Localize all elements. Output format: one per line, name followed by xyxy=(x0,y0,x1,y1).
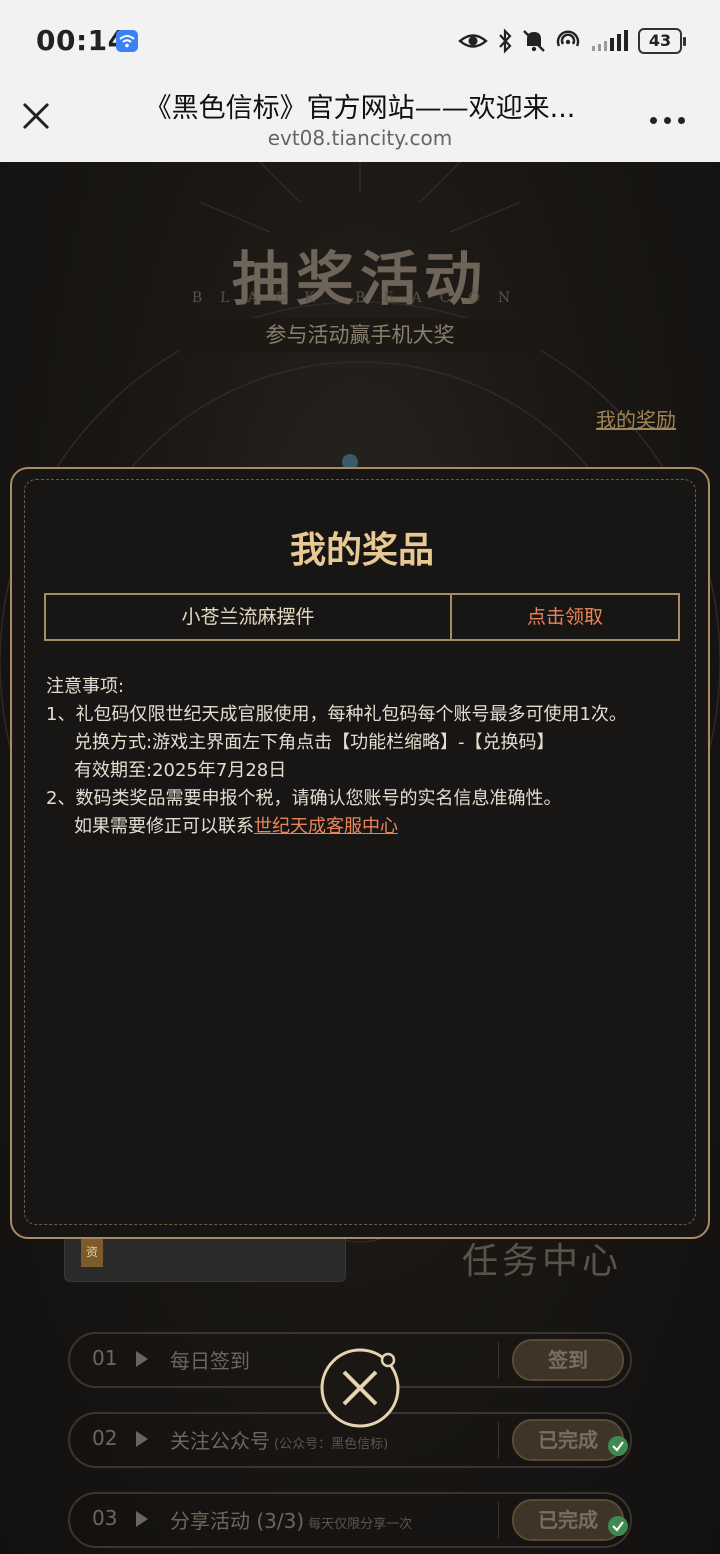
close-tab-button[interactable] xyxy=(18,98,54,134)
note-2-contact: 如果需要修正可以联系世纪天成客服中心 xyxy=(46,813,686,841)
hotspot-icon xyxy=(556,30,580,47)
modal-overlay: 我的奖品 小苍兰流麻摆件 点击领取 注意事项: 1、礼包码仅限世纪天成官服使用，… xyxy=(0,162,720,1554)
browser-title-bar: 《黑色信标》官方网站——欢迎来... evt08.tiancity.com xyxy=(0,80,720,163)
mute-icon xyxy=(523,30,545,52)
status-bar: 00:14 43 xyxy=(0,0,720,80)
dialog-inner-border xyxy=(24,479,696,1225)
notes-title: 注意事项: xyxy=(46,676,125,697)
claim-prize-button[interactable]: 点击领取 xyxy=(452,595,678,639)
note-1: 1、礼包码仅限世纪天成官服使用，每种礼包码每个账号最多可使用1次。 xyxy=(46,704,627,725)
battery-icon: 43 xyxy=(638,28,686,54)
note-1-method: 兑换方式:游戏主界面左下角点击【功能栏缩略】-【兑换码】 xyxy=(74,732,555,753)
close-icon xyxy=(22,102,50,130)
dialog-title: 我的奖品 xyxy=(289,530,434,571)
more-options-button[interactable] xyxy=(650,112,690,128)
prize-table: 小苍兰流麻摆件 点击领取 xyxy=(44,593,680,641)
more-dot-icon xyxy=(664,116,671,124)
prize-name-cell: 小苍兰流麻摆件 xyxy=(46,595,452,639)
bluetooth-icon xyxy=(499,28,512,54)
status-icons: 43 xyxy=(458,24,686,58)
wifi-icon xyxy=(116,30,138,52)
more-dot-icon xyxy=(678,116,685,124)
note-2: 2、数码类奖品需要申报个税，请确认您账号的实名信息准确性。 xyxy=(46,788,562,809)
eye-icon xyxy=(458,34,488,48)
signal-icon xyxy=(592,30,628,51)
page-title: 《黑色信标》官方网站——欢迎来... xyxy=(144,93,576,124)
notes-section: 注意事项: 1、礼包码仅限世纪天成官服使用，每种礼包码每个账号最多可使用1次。 … xyxy=(46,673,686,841)
clock: 00:14 xyxy=(36,24,128,57)
my-prizes-dialog: 我的奖品 小苍兰流麻摆件 点击领取 注意事项: 1、礼包码仅限世纪天成官服使用，… xyxy=(10,467,710,1239)
customer-service-link[interactable]: 世纪天成客服中心 xyxy=(254,816,398,837)
more-dot-icon xyxy=(650,116,657,124)
page-url[interactable]: evt08.tiancity.com xyxy=(100,126,620,150)
battery-level: 43 xyxy=(638,28,682,54)
note-1-expiry: 有效期至:2025年7月28日 xyxy=(74,760,287,781)
note-2-contact-prefix: 如果需要修正可以联系 xyxy=(74,816,254,837)
